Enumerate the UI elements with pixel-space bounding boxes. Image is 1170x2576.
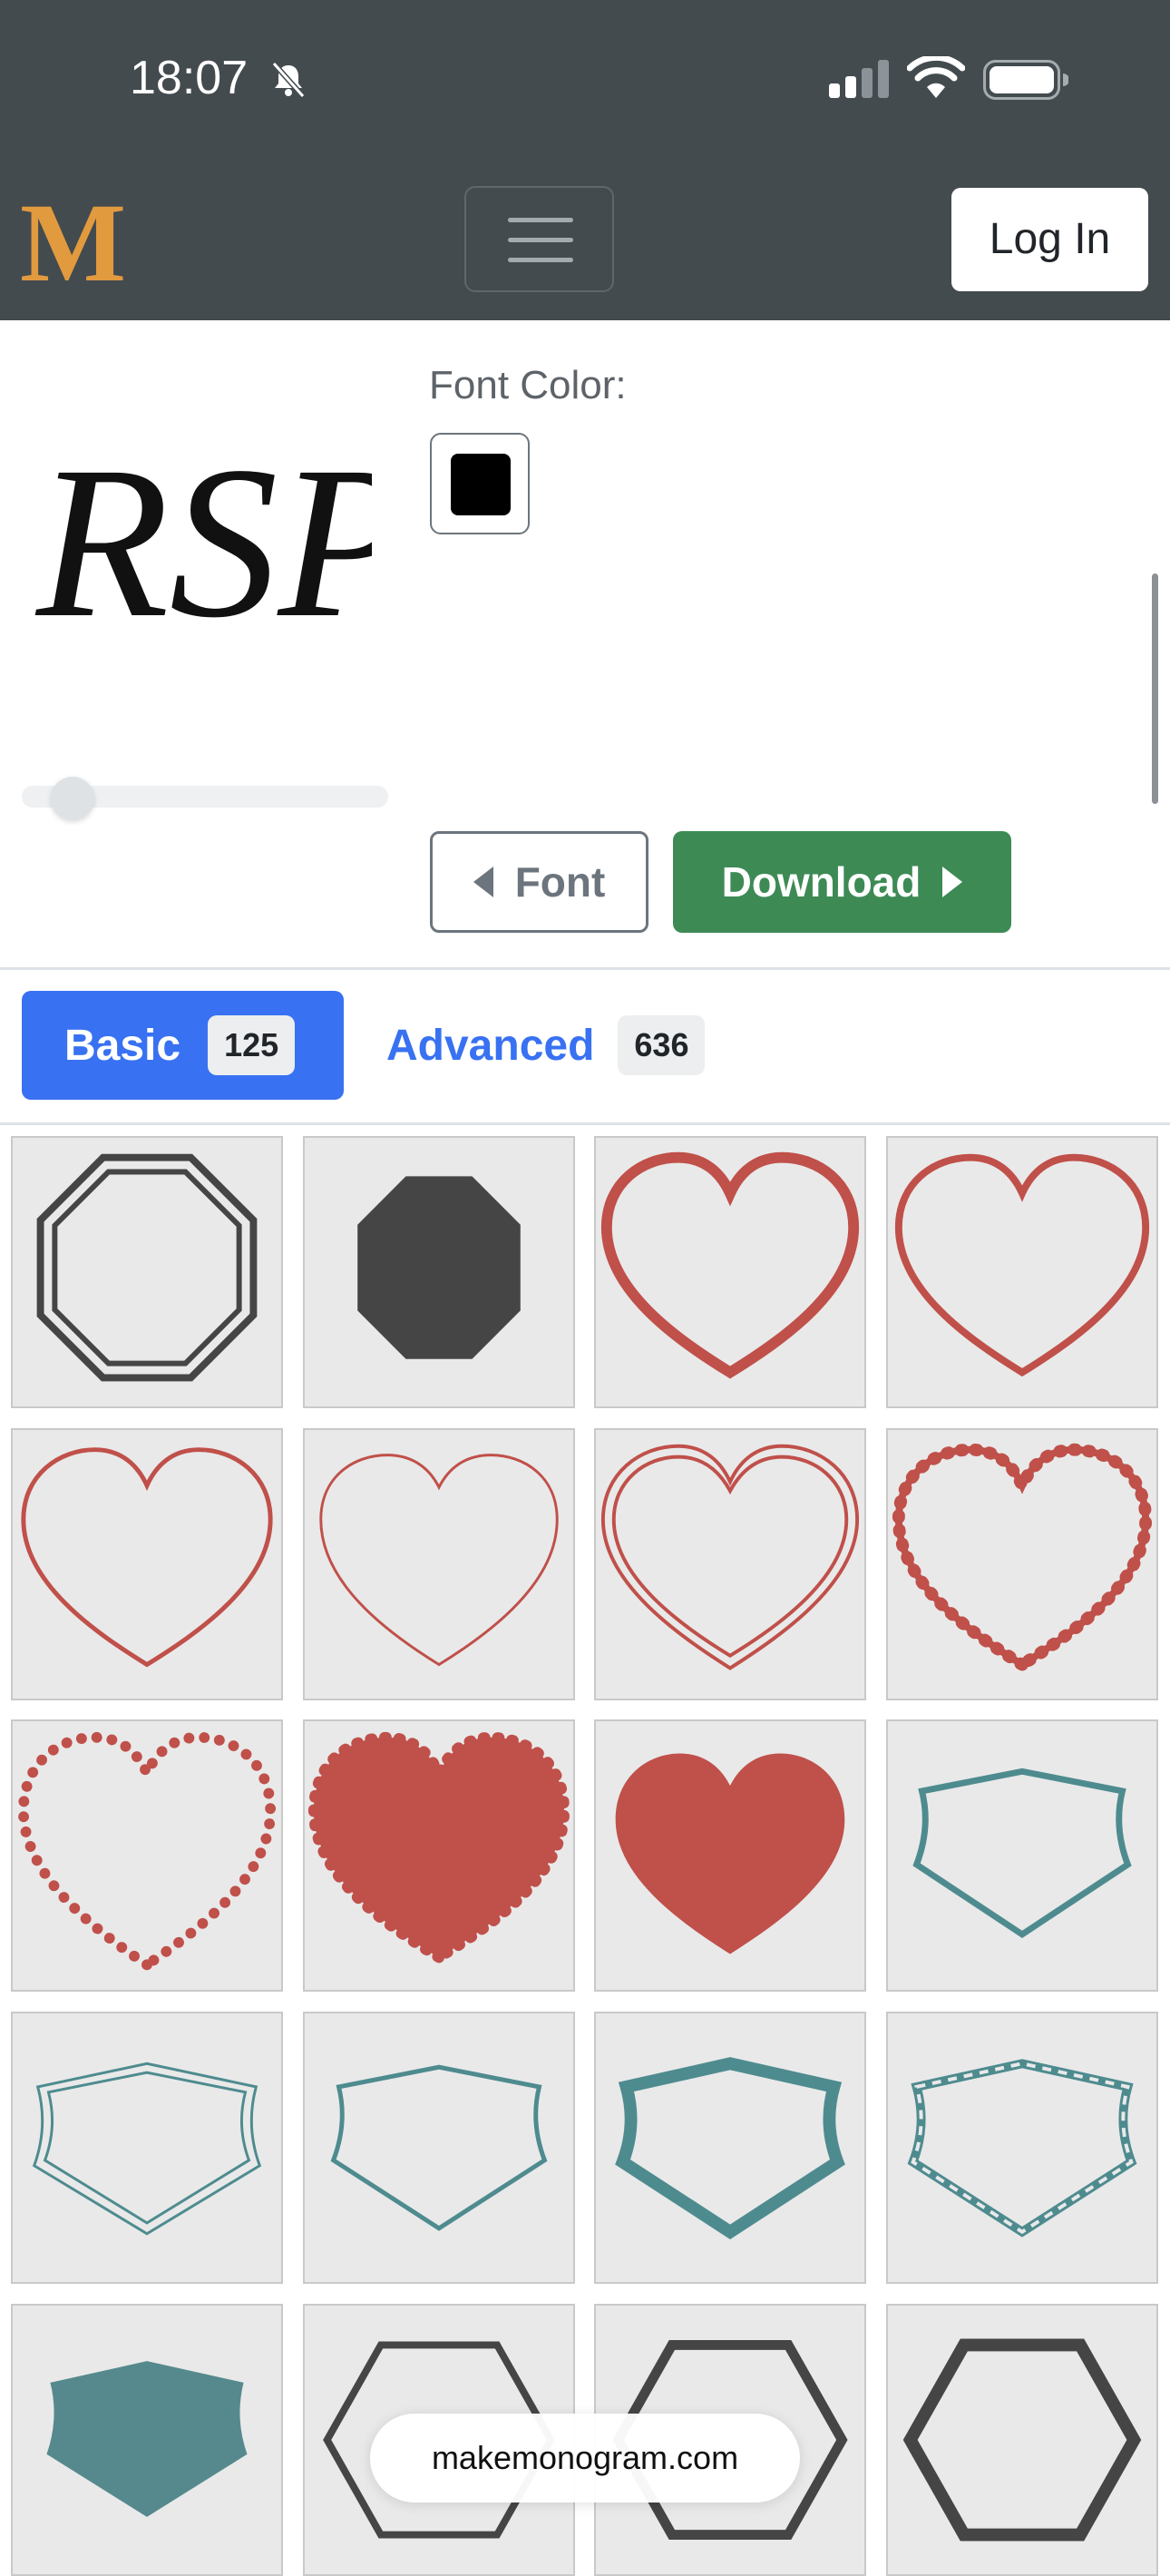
heart-double-icon: [600, 1444, 860, 1670]
page-scrollbar[interactable]: [1152, 573, 1158, 804]
divider: [0, 1122, 1170, 1125]
frame-tile[interactable]: [303, 1136, 575, 1408]
tab-advanced-label: Advanced: [386, 1021, 595, 1070]
browser-url-bar[interactable]: makemonogram.com: [370, 2414, 800, 2503]
font-color-swatch-fill: [451, 454, 511, 515]
frame-tile[interactable]: [11, 1136, 283, 1408]
svg-text:RSP: RSP: [34, 421, 372, 662]
signal-icon: [829, 60, 889, 98]
octagon-double-icon: [36, 1153, 258, 1382]
download-button-label: Download: [721, 858, 921, 906]
heart-dotted-icon: [17, 1731, 277, 1972]
monogram-preview: RSP: [27, 399, 411, 671]
shield-outline-icon: [912, 1768, 1132, 1938]
caret-left-icon: [473, 867, 493, 897]
frame-tile[interactable]: [886, 2304, 1158, 2576]
font-back-button[interactable]: Font: [430, 831, 648, 933]
tab-basic[interactable]: Basic 125: [22, 991, 344, 1100]
frame-tile[interactable]: [594, 1428, 866, 1700]
heart-outline-icon: [319, 1454, 559, 1667]
shield-thick-icon: [615, 2057, 845, 2239]
hamburger-icon: [508, 218, 573, 222]
caret-right-icon: [942, 867, 963, 897]
frame-tile[interactable]: [594, 1719, 866, 1992]
menu-toggle-button[interactable]: [464, 186, 614, 292]
octagon-filled-icon: [357, 1176, 521, 1359]
font-button-label: Font: [514, 858, 606, 906]
frame-tile[interactable]: [303, 1428, 575, 1700]
shield-dashed-icon: [907, 2059, 1137, 2238]
shield-filled-icon: [46, 2361, 248, 2517]
frame-tile[interactable]: [886, 2012, 1158, 2284]
divider: [0, 967, 1170, 970]
wifi-icon: [907, 56, 965, 98]
tab-advanced-count-badge: 636: [618, 1015, 706, 1075]
heart-filled-icon: [615, 1753, 845, 1954]
frame-tile[interactable]: [886, 1136, 1158, 1408]
heart-outline-icon: [21, 1447, 273, 1668]
monogram-graphic: RSP: [34, 421, 411, 662]
shield-double-icon: [32, 2062, 262, 2236]
heart-outline-icon: [894, 1153, 1150, 1377]
login-button[interactable]: Log In: [951, 188, 1148, 291]
tab-basic-count-badge: 125: [208, 1015, 296, 1075]
frame-tile[interactable]: [886, 1428, 1158, 1700]
silent-bell-icon: [271, 62, 306, 98]
tab-advanced[interactable]: Advanced 636: [386, 1007, 706, 1083]
shield-outline-icon: [330, 2064, 548, 2231]
hamburger-icon: [508, 238, 573, 242]
status-time: 18:07: [130, 52, 249, 104]
site-logo[interactable]: M: [20, 187, 126, 299]
frame-tile[interactable]: [303, 1719, 575, 1992]
frame-tile[interactable]: [886, 1719, 1158, 1992]
font-color-label: Font Color:: [429, 363, 627, 407]
frame-tile[interactable]: [594, 1136, 866, 1408]
heart-scalloped-filled-icon: [307, 1731, 570, 1964]
frame-tile[interactable]: [11, 2304, 283, 2576]
heart-outline-icon: [600, 1151, 860, 1379]
tab-basic-label: Basic: [64, 1021, 181, 1070]
status-bar: 18:07: [0, 0, 1170, 181]
heart-scalloped-icon: [892, 1443, 1153, 1672]
frame-tile[interactable]: [11, 1428, 283, 1700]
frame-tile[interactable]: [303, 2012, 575, 2284]
frame-tile[interactable]: [11, 1719, 283, 1992]
frame-tile[interactable]: [11, 2012, 283, 2284]
battery-icon: [983, 60, 1068, 100]
hexagon-outline-icon: [902, 2338, 1142, 2542]
font-color-swatch[interactable]: [430, 433, 530, 534]
size-slider-thumb[interactable]: [51, 777, 94, 820]
download-button[interactable]: Download: [673, 831, 1011, 933]
frame-tile[interactable]: [594, 2012, 866, 2284]
hamburger-icon: [508, 258, 573, 262]
